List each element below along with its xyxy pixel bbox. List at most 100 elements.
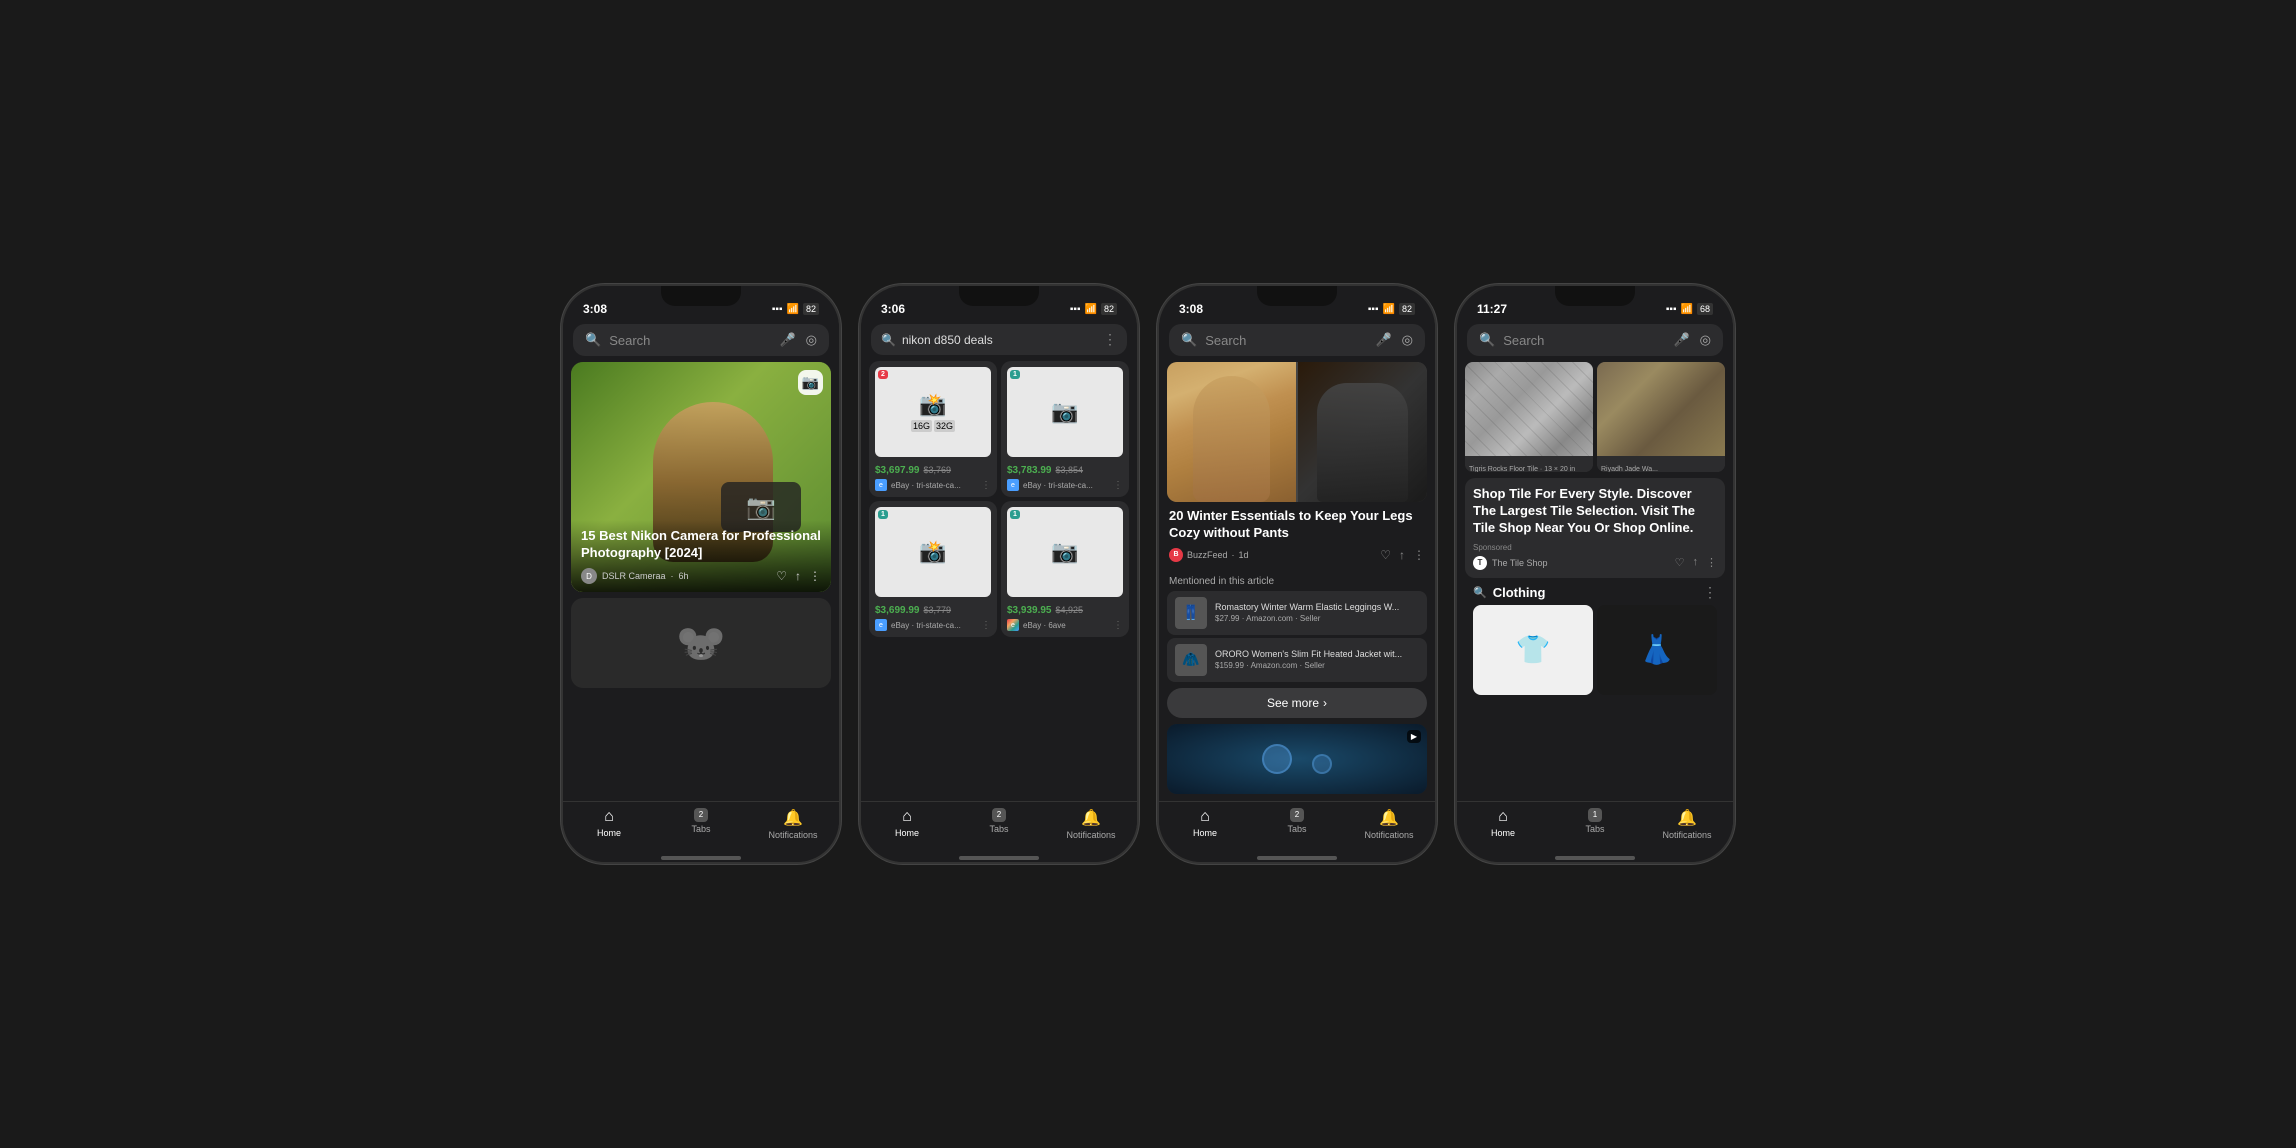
- heart-icon-1[interactable]: ♡: [776, 569, 787, 583]
- content-1: 📷 📷 15 Best Nikon Camera for Professiona…: [563, 362, 839, 801]
- search-section-icon-4: 🔍: [1473, 586, 1487, 599]
- main-article-card-1[interactable]: 📷 📷 15 Best Nikon Camera for Professiona…: [571, 362, 831, 592]
- product-row-3-2[interactable]: 🧥 ORORO Women's Slim Fit Heated Jacket w…: [1167, 638, 1427, 682]
- camera-kit-img-2: 📷: [1007, 367, 1123, 457]
- nav-notifications-1[interactable]: 🔔 Notifications: [747, 808, 839, 840]
- status-icons-1: ▪▪▪ 📶 82: [772, 303, 819, 315]
- more-icon-3[interactable]: ⋮: [1413, 548, 1425, 562]
- share-icon-1[interactable]: ↑: [795, 569, 801, 583]
- nav-notifications-4[interactable]: 🔔 Notifications: [1641, 808, 1733, 840]
- nav-tabs-2[interactable]: 2 Tabs: [953, 808, 1045, 840]
- ad-source-4: T The Tile Shop: [1473, 556, 1548, 570]
- nav-tabs-1[interactable]: 2 Tabs: [655, 808, 747, 840]
- lens-icon-3[interactable]: ◎: [1402, 332, 1413, 348]
- products-grid-2: 2 📸 16G 32G $3,697.99 $3,769: [861, 361, 1137, 637]
- article-title-3: 20 Winter Essentials to Keep Your Legs C…: [1169, 508, 1425, 542]
- seller-more-2-4[interactable]: ⋮: [1113, 620, 1123, 631]
- nav-home-2[interactable]: ⌂ Home: [861, 808, 953, 840]
- article-meta-3: B BuzzFeed · 1d ♡ ↑ ⋮: [1169, 548, 1425, 562]
- search-more-2[interactable]: ⋮: [1103, 331, 1117, 348]
- section-title-4: 🔍 Clothing: [1473, 585, 1545, 600]
- tabs-label-2: Tabs: [989, 824, 1008, 834]
- home-icon-1: ⌂: [604, 808, 614, 826]
- mic-icon-1[interactable]: 🎤: [779, 332, 795, 348]
- nav-notifications-2[interactable]: 🔔 Notifications: [1045, 808, 1137, 840]
- status-time-2: 3:06: [881, 302, 905, 316]
- search-icon-3: 🔍: [1181, 332, 1197, 348]
- home-indicator-3: [1257, 856, 1337, 860]
- search-query-2: nikon d850 deals: [902, 333, 1097, 347]
- ad-card-4[interactable]: Shop Tile For Every Style. Discover The …: [1465, 478, 1725, 578]
- product-card-2-2[interactable]: 1 📷 $3,783.99 $3,854 e eBay · tri-state-…: [1001, 361, 1129, 497]
- product-card-2-3[interactable]: 1 📸 $3,699.99 $3,779 e eBay · tri-state-…: [869, 501, 997, 637]
- product-card-2-1[interactable]: 2 📸 16G 32G $3,697.99 $3,769: [869, 361, 997, 497]
- product-info-3-2: ORORO Women's Slim Fit Heated Jacket wit…: [1215, 649, 1419, 670]
- nav-tabs-3[interactable]: 2 Tabs: [1251, 808, 1343, 840]
- product-badge-2-3: 1: [878, 510, 888, 519]
- product-row-3-1[interactable]: 👖 Romastory Winter Warm Elastic Leggings…: [1167, 591, 1427, 635]
- video-card-3[interactable]: ▶: [1167, 724, 1427, 794]
- price-new-2-3: $3,699.99: [875, 605, 920, 616]
- article-mosaic-3[interactable]: [1167, 362, 1427, 502]
- nav-tabs-4[interactable]: 1 Tabs: [1549, 808, 1641, 840]
- mic-icon-3[interactable]: 🎤: [1375, 332, 1391, 348]
- price-new-2-1: $3,697.99: [875, 465, 920, 476]
- share-icon-3[interactable]: ↑: [1399, 548, 1405, 562]
- wifi-icon: 📶: [787, 304, 799, 315]
- secondary-card-1[interactable]: 🐭: [571, 598, 831, 688]
- search-bar-3[interactable]: 🔍 Search 🎤 ◎: [1169, 324, 1425, 356]
- seller-more-2-2[interactable]: ⋮: [1113, 480, 1123, 491]
- more-icon-1[interactable]: ⋮: [809, 569, 821, 583]
- camera-kit-img-4: 📷: [1007, 507, 1123, 597]
- status-icons-4: ▪▪▪ 📶 68: [1666, 303, 1713, 315]
- tabs-label-3: Tabs: [1287, 824, 1306, 834]
- price-new-2-4: $3,939.95: [1007, 605, 1052, 616]
- clothing-card-white-4[interactable]: 👕: [1473, 605, 1593, 695]
- buzzfeed-icon: B: [1169, 548, 1183, 562]
- home-indicator-1: [661, 856, 741, 860]
- status-time-1: 3:08: [583, 302, 607, 316]
- share-icon-4[interactable]: ↑: [1693, 556, 1699, 569]
- see-more-button-3[interactable]: See more ›: [1167, 688, 1427, 718]
- seller-more-2-1[interactable]: ⋮: [981, 480, 991, 491]
- search-bar-2[interactable]: 🔍 nikon d850 deals ⋮: [871, 324, 1127, 355]
- nav-home-4[interactable]: ⌂ Home: [1457, 808, 1549, 840]
- battery-indicator-3: 82: [1399, 303, 1415, 315]
- bottom-nav-4: ⌂ Home 1 Tabs 🔔 Notifications: [1457, 801, 1733, 852]
- heart-icon-3[interactable]: ♡: [1380, 548, 1391, 562]
- camera-kit-img-3: 📸: [875, 507, 991, 597]
- product-card-2-4[interactable]: 1 📷 $3,939.95 $4,925 e eBay · 6ave: [1001, 501, 1129, 637]
- more-icon-4[interactable]: ⋮: [1706, 556, 1717, 569]
- nav-notifications-3[interactable]: 🔔 Notifications: [1343, 808, 1435, 840]
- clothing-card-dark-4[interactable]: 👗: [1597, 605, 1717, 695]
- nav-home-1[interactable]: ⌂ Home: [563, 808, 655, 840]
- dress-icon-4: 👗: [1640, 633, 1675, 666]
- tabs-label-4: Tabs: [1585, 824, 1604, 834]
- search-bar-4[interactable]: 🔍 Search 🎤 ◎: [1467, 324, 1723, 356]
- price-row-2-3: $3,699.99 $3,779: [875, 601, 991, 616]
- ebay-icon-2-1: e: [875, 479, 887, 491]
- tile-card-left-4[interactable]: Tigris Rocks Floor Tile · 13 × 20 in: [1465, 362, 1593, 472]
- heart-icon-4[interactable]: ♡: [1675, 556, 1685, 569]
- seller-more-2-3[interactable]: ⋮: [981, 620, 991, 631]
- price-row-2-4: $3,939.95 $4,925: [1007, 601, 1123, 616]
- bottom-nav-2: ⌂ Home 2 Tabs 🔔 Notifications: [861, 801, 1137, 852]
- status-icons-2: ▪▪▪ 📶 82: [1070, 303, 1117, 315]
- time-ago-1: 6h: [679, 571, 689, 581]
- ad-actions-4: ♡ ↑ ⋮: [1675, 556, 1717, 569]
- lens-icon-4[interactable]: ◎: [1700, 332, 1711, 348]
- product-name-3-1: Romastory Winter Warm Elastic Leggings W…: [1215, 602, 1419, 614]
- mic-icon-4[interactable]: 🎤: [1673, 332, 1689, 348]
- nav-home-3[interactable]: ⌂ Home: [1159, 808, 1251, 840]
- tile-card-right-4[interactable]: Riyadh Jade Wa...: [1597, 362, 1725, 472]
- signal-icon-3: ▪▪▪: [1368, 304, 1379, 315]
- lens-icon-1[interactable]: ◎: [806, 332, 817, 348]
- seller-name-2-1: eBay · tri-state-ca...: [891, 481, 977, 490]
- section-more-4[interactable]: ⋮: [1703, 584, 1717, 601]
- status-time-3: 3:08: [1179, 302, 1203, 316]
- notifications-label-1: Notifications: [768, 830, 817, 840]
- battery-indicator-4: 68: [1697, 303, 1713, 315]
- jacket-icon: 🧥: [1182, 651, 1199, 668]
- product-img-2-1: 2 📸 16G 32G: [875, 367, 991, 457]
- search-bar-1[interactable]: 🔍 Search 🎤 ◎: [573, 324, 829, 356]
